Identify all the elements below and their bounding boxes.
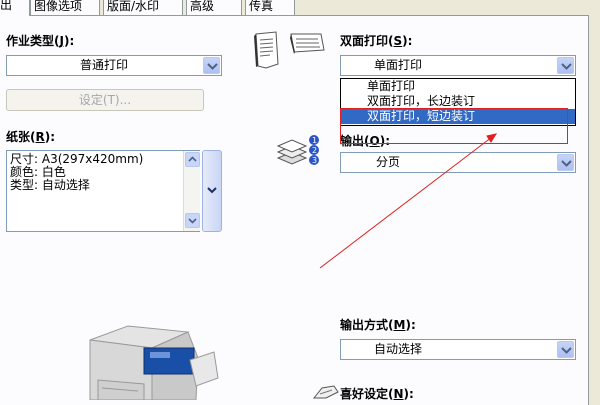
- tab-label: 出: [0, 0, 13, 12]
- tab-output[interactable]: 出: [0, 0, 30, 16]
- annotation-arrow: [319, 133, 498, 269]
